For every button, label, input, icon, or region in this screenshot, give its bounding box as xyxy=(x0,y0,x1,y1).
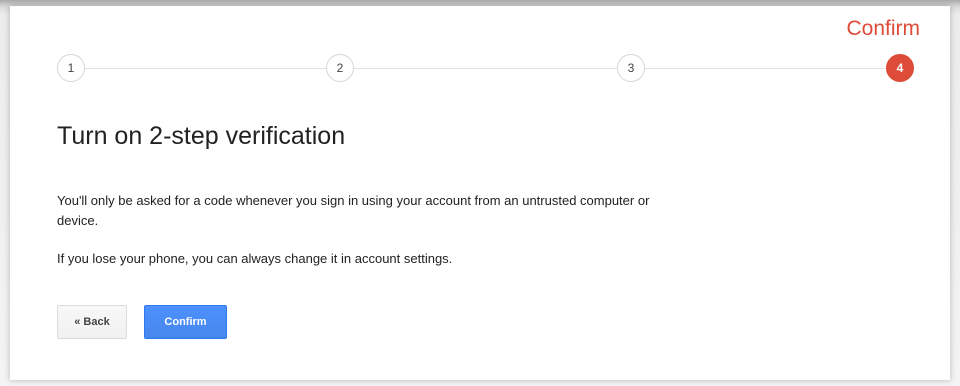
step-indicator-3: 3 xyxy=(617,54,645,82)
back-button[interactable]: « Back xyxy=(57,305,127,339)
current-step-label: Confirm xyxy=(846,17,920,40)
phone-settings-note: If you lose your phone, you can always c… xyxy=(57,251,453,266)
window-frame: Confirm 1 2 3 4 Turn on 2-step verificat… xyxy=(0,0,960,386)
confirm-button[interactable]: Confirm xyxy=(144,305,227,339)
description-paragraph: You'll only be asked for a code whenever… xyxy=(57,193,650,228)
page-title: Turn on 2-step verification xyxy=(57,122,346,150)
step-indicator-2: 2 xyxy=(326,54,354,82)
stepper-progress-line xyxy=(70,68,910,69)
step-indicator-4-active: 4 xyxy=(886,54,914,82)
verification-card: Confirm 1 2 3 4 Turn on 2-step verificat… xyxy=(10,6,950,380)
step-indicator-1: 1 xyxy=(57,54,85,82)
